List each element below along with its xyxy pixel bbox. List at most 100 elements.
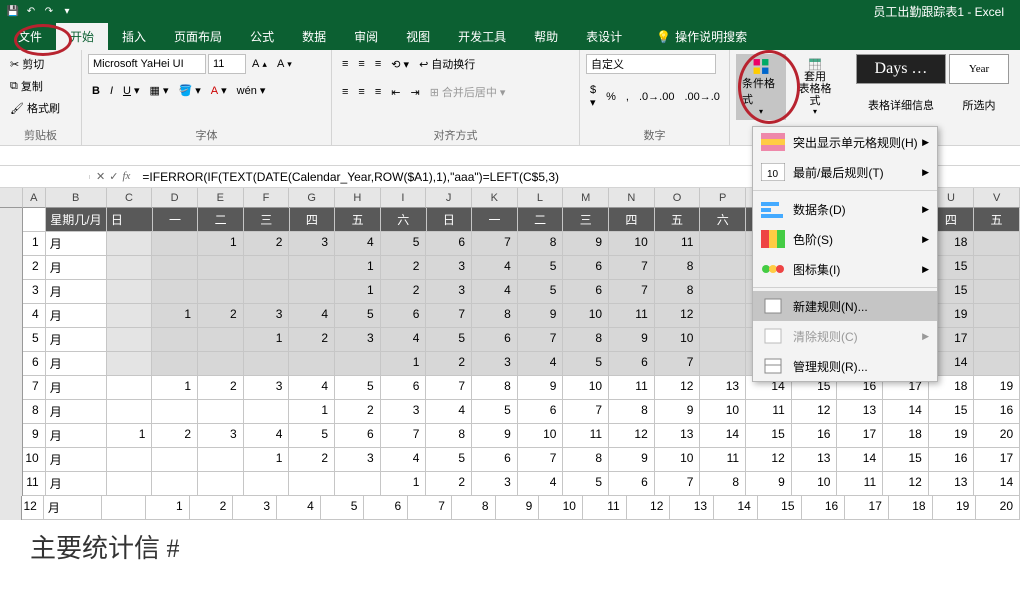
format-painter-button[interactable]: 🖌格式刷 (6, 98, 64, 118)
cond-format-icon (745, 58, 777, 75)
style-year[interactable]: Year (949, 54, 1009, 84)
highlight-icon (761, 133, 785, 151)
tab-file[interactable]: 文件 (4, 23, 56, 50)
menu-data-bars[interactable]: 数据条(D)▶ (753, 194, 937, 224)
undo-icon[interactable]: ↶ (24, 4, 38, 18)
col-header-C[interactable]: C (107, 188, 153, 208)
tab-help[interactable]: 帮助 (520, 23, 572, 50)
col-header-O[interactable]: O (655, 188, 701, 208)
col-header-V[interactable]: V (974, 188, 1020, 208)
align-group-label: 对齐方式 (338, 125, 573, 143)
save-icon[interactable]: 💾 (6, 4, 20, 18)
merge-icon: ⊞ (430, 86, 439, 99)
style-selected[interactable]: 所选内 (949, 90, 1009, 120)
align-center-button[interactable]: ≡ (354, 84, 368, 100)
table-style-icon (799, 58, 831, 71)
menu-color-scales[interactable]: 色阶(S)▶ (753, 224, 937, 254)
percent-button[interactable]: % (602, 89, 620, 105)
tab-data[interactable]: 数据 (288, 23, 340, 50)
cancel-formula-icon[interactable]: ✕ (96, 170, 105, 183)
col-header-D[interactable]: D (152, 188, 198, 208)
italic-button[interactable]: I (106, 83, 117, 99)
phonetic-button[interactable]: wén ▾ (233, 82, 270, 99)
tab-dev[interactable]: 开发工具 (444, 23, 520, 50)
redo-icon[interactable]: ↷ (42, 4, 56, 18)
border-button[interactable]: ▦ ▾ (146, 82, 173, 99)
format-as-table-button[interactable]: 套用 表格格式▾ (790, 54, 840, 120)
number-format-select[interactable] (586, 54, 716, 74)
align-bottom-button[interactable]: ≡ (371, 56, 385, 72)
cut-button[interactable]: ✂剪切 (6, 54, 64, 74)
fx-icon[interactable]: fx (122, 170, 130, 183)
col-header-J[interactable]: J (426, 188, 472, 208)
tab-home[interactable]: 开始 (56, 23, 108, 50)
col-header-F[interactable]: F (244, 188, 290, 208)
menu-manage-rules[interactable]: 管理规则(R)... (753, 351, 937, 381)
decrease-font-button[interactable]: A▾ (273, 56, 296, 72)
iconset-icon (761, 260, 785, 278)
copy-icon: ⧉ (10, 80, 18, 93)
align-middle-button[interactable]: ≡ (354, 56, 368, 72)
bold-button[interactable]: B (88, 83, 104, 99)
style-days[interactable]: Days … (856, 54, 946, 84)
menu-icon-sets[interactable]: 图标集(I)▶ (753, 254, 937, 284)
col-header-H[interactable]: H (335, 188, 381, 208)
tab-formulas[interactable]: 公式 (236, 23, 288, 50)
increase-font-button[interactable]: A▴ (248, 56, 271, 72)
decrease-indent-button[interactable]: ⇤ (387, 84, 404, 101)
comma-button[interactable]: , (622, 89, 633, 105)
colorscale-icon (761, 230, 785, 248)
toprules-icon: 10 (761, 163, 785, 181)
col-header-L[interactable]: L (518, 188, 564, 208)
tell-me-label: 操作说明搜索 (675, 28, 747, 45)
col-header-I[interactable]: I (381, 188, 427, 208)
qat-dropdown-icon[interactable]: ▾ (60, 4, 74, 18)
orientation-button[interactable]: ⟲ ▾ (387, 56, 413, 73)
font-name-select[interactable] (88, 54, 206, 74)
window-title: 员工出勤跟踪表1 - Excel (74, 3, 1014, 20)
underline-button[interactable]: U ▾ (119, 82, 143, 99)
menu-clear-rules[interactable]: 清除规则(C)▶ (753, 321, 937, 351)
tab-design[interactable]: 表设计 (572, 23, 636, 50)
wrap-label: 自动换行 (431, 56, 475, 72)
wrap-text-button[interactable]: ↩自动换行 (415, 54, 479, 74)
col-header-A[interactable]: A (23, 188, 46, 208)
brush-icon: 🖌 (10, 102, 24, 115)
col-header-P[interactable]: P (700, 188, 746, 208)
fill-color-button[interactable]: 🪣 ▾ (174, 82, 204, 99)
style-detail[interactable]: 表格详细信息 (856, 90, 946, 120)
col-header-E[interactable]: E (198, 188, 244, 208)
cut-label: 剪切 (22, 56, 44, 72)
enter-formula-icon[interactable]: ✓ (109, 170, 118, 183)
tab-insert[interactable]: 插入 (108, 23, 160, 50)
menu-highlight-rules[interactable]: 突出显示单元格规则(H)▶ (753, 127, 937, 157)
group-number: $ ▾ % , .0→.00 .00→.0 数字 (580, 50, 730, 145)
svg-text:10: 10 (767, 169, 779, 180)
font-color-button[interactable]: A ▾ (207, 82, 231, 99)
col-header-K[interactable]: K (472, 188, 518, 208)
merge-label: 合并后居中 (442, 84, 497, 100)
name-box[interactable] (0, 175, 90, 179)
menu-top-rules[interactable]: 10 最前/最后规则(T)▶ (753, 157, 937, 187)
col-header-G[interactable]: G (289, 188, 335, 208)
col-header-M[interactable]: M (563, 188, 609, 208)
tab-review[interactable]: 审阅 (340, 23, 392, 50)
increase-decimal-button[interactable]: .0→.00 (635, 89, 678, 105)
align-top-button[interactable]: ≡ (338, 56, 352, 72)
decrease-decimal-button[interactable]: .00→.0 (680, 89, 723, 105)
col-header-N[interactable]: N (609, 188, 655, 208)
tab-layout[interactable]: 页面布局 (160, 23, 236, 50)
menu-new-rule[interactable]: 新建规则(N)... (753, 291, 937, 321)
merge-center-button[interactable]: ⊞合并后居中 ▾ (426, 82, 510, 102)
group-alignment: ≡ ≡ ≡ ⟲ ▾ ↩自动换行 ≡ ≡ ≡ ⇤ ⇥ ⊞合并后居中 ▾ 对齐方式 (332, 50, 580, 145)
copy-button[interactable]: ⧉复制 (6, 76, 64, 96)
tell-me-search[interactable]: 💡 操作说明搜索 (646, 23, 757, 50)
currency-button[interactable]: $ ▾ (586, 82, 600, 111)
font-size-select[interactable] (208, 54, 246, 74)
align-right-button[interactable]: ≡ (371, 84, 385, 100)
col-header-B[interactable]: B (46, 188, 107, 208)
conditional-format-button[interactable]: 条件格式▾ (736, 54, 786, 120)
align-left-button[interactable]: ≡ (338, 84, 352, 100)
increase-indent-button[interactable]: ⇥ (406, 84, 423, 101)
tab-view[interactable]: 视图 (392, 23, 444, 50)
